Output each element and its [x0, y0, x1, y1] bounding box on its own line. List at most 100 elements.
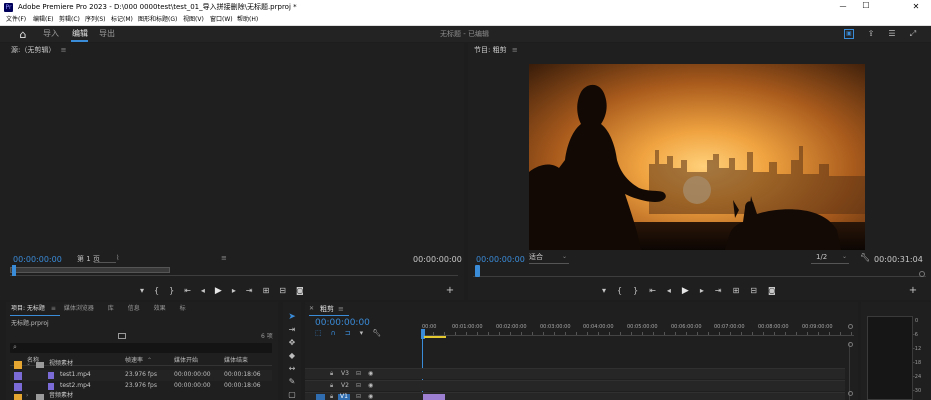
slip-tool-icon[interactable]: ↔ — [287, 364, 297, 374]
program-resolution-dropdown[interactable]: 1/2 ⌄ — [811, 254, 849, 264]
ripple-edit-tool-icon[interactable]: ✥ — [287, 338, 297, 348]
menu-graphics[interactable]: 图形和标题(G) — [138, 17, 177, 23]
step-back-button[interactable]: ◂ — [201, 286, 205, 296]
track-label[interactable]: V3 — [341, 371, 349, 377]
minimize-button[interactable]: — — [836, 3, 850, 10]
go-to-in-button[interactable]: ⇤ — [184, 286, 191, 296]
go-to-out-button[interactable]: ⇥ — [246, 286, 253, 296]
play-button[interactable]: ▶ — [682, 286, 689, 296]
table-row[interactable]: › 音频素材 — [10, 392, 272, 400]
snap-icon[interactable]: ∩ — [331, 330, 336, 339]
source-zoom-bar[interactable] — [10, 267, 170, 273]
overwrite-button[interactable]: ⊟ — [279, 286, 286, 296]
menu-marker[interactable]: 标记(M) — [111, 17, 133, 23]
rectangle-tool-icon[interactable]: ▢ — [287, 390, 297, 400]
play-button[interactable]: ▶ — [215, 286, 222, 296]
add-marker-button[interactable]: ▾ — [140, 286, 144, 296]
timeline-settings-icon[interactable]: 🔧︎ — [372, 330, 381, 339]
track-select-tool-icon[interactable]: ⇥ — [287, 325, 297, 335]
project-menu-icon[interactable]: ≡ — [51, 305, 56, 312]
video-clip[interactable] — [423, 394, 445, 400]
tab-info[interactable]: 信息 — [128, 305, 140, 312]
menu-file[interactable]: 文件(F) — [6, 17, 26, 23]
menu-edit[interactable]: 编辑(E) — [33, 17, 53, 23]
sync-lock-icon[interactable]: ⊟ — [356, 394, 361, 400]
close-button[interactable]: ✕ — [909, 3, 923, 11]
tab-export[interactable]: 导出 — [99, 30, 115, 38]
search-input[interactable]: ⌕ — [10, 343, 272, 353]
wrench-icon[interactable]: 🔧︎ — [860, 254, 870, 262]
share-icon[interactable]: ⇪ — [866, 29, 876, 39]
source-timecode-left[interactable]: 00:00:00:00 — [13, 256, 62, 264]
source-page-dropdown[interactable] — [94, 255, 116, 263]
lock-icon[interactable]: 🔒︎ — [330, 371, 333, 377]
menu-window[interactable]: 窗口(W) — [210, 17, 233, 23]
pen-tool-icon[interactable]: ✎ — [287, 377, 297, 387]
expand-chevron-icon[interactable]: ⌄ — [26, 361, 31, 367]
label-color-badge[interactable] — [14, 372, 22, 380]
go-to-out-button[interactable]: ⇥ — [715, 286, 722, 296]
source-playhead[interactable] — [12, 265, 16, 276]
mark-out-button[interactable]: } — [169, 286, 174, 296]
label-color-badge[interactable] — [14, 361, 22, 369]
tab-media-browser[interactable]: 媒体浏览器 — [64, 305, 94, 312]
home-icon[interactable]: ⌂ — [17, 28, 29, 40]
table-row[interactable]: ⌄ 视频素材 — [10, 359, 272, 370]
extract-button[interactable]: ⊟ — [750, 286, 757, 296]
export-frame-button[interactable]: ◙ — [296, 286, 304, 296]
mark-in-button[interactable]: { — [617, 286, 622, 296]
new-bin-icon[interactable] — [118, 333, 126, 339]
menu-view[interactable]: 视图(V) — [183, 17, 204, 23]
scroll-handle-top[interactable] — [848, 342, 853, 347]
scroll-handle-bottom[interactable] — [848, 391, 853, 396]
tab-project[interactable]: 项目: 无标题 — [11, 305, 45, 312]
quick-export-icon[interactable]: ▣ — [844, 29, 854, 39]
timeline-vertical-scroll[interactable] — [848, 342, 853, 400]
source-add-button[interactable]: + — [445, 286, 455, 296]
source-patch-v1[interactable] — [316, 394, 325, 400]
razor-tool-icon[interactable]: ◆ — [287, 351, 297, 361]
step-forward-button[interactable]: ▸ — [700, 286, 704, 296]
insert-button[interactable]: ⊞ — [263, 286, 270, 296]
maximize-button[interactable]: ☐ — [859, 2, 873, 10]
export-frame-button[interactable]: ◙ — [768, 286, 776, 296]
sync-lock-icon[interactable]: ⊟ — [356, 371, 361, 377]
table-row[interactable]: test2.mp4 23.976 fps 00:00:00:00 00:00:1… — [10, 381, 272, 392]
eye-icon[interactable]: ◉ — [368, 383, 373, 389]
eye-icon[interactable]: ◉ — [368, 394, 373, 400]
eye-icon[interactable]: ◉ — [368, 371, 373, 377]
tab-effects[interactable]: 效果 — [154, 305, 166, 312]
go-to-in-button[interactable]: ⇤ — [649, 286, 656, 296]
program-fit-dropdown[interactable]: 适合 ⌄ — [529, 254, 569, 264]
table-row[interactable]: test1.mp4 23.976 fps 00:00:00:00 00:00:1… — [10, 370, 272, 381]
timeline-timecode[interactable]: 00:00:00:00 — [315, 319, 370, 328]
mark-out-button[interactable]: } — [633, 286, 638, 296]
program-menu-icon[interactable]: ≡ — [512, 46, 518, 54]
track-label-active[interactable]: V1 — [338, 394, 350, 400]
add-marker-icon[interactable]: ▾ — [360, 330, 364, 339]
lock-icon[interactable]: 🔒︎ — [330, 394, 333, 400]
timeline-tab[interactable]: 粗剪 — [320, 306, 334, 313]
source-center-icon[interactable]: ≡ — [221, 255, 227, 262]
tab-edit[interactable]: 编辑 — [72, 30, 88, 38]
panel-menu-icon[interactable]: ≡ — [61, 46, 67, 54]
timeline-menu-icon[interactable]: ≡ — [338, 306, 344, 313]
menu-sequence[interactable]: 序列(S) — [85, 17, 106, 23]
program-timecode-left[interactable]: 00:00:00:00 — [476, 256, 525, 264]
nest-icon[interactable]: ⬚ — [315, 330, 322, 339]
program-playhead[interactable] — [475, 265, 480, 277]
tab-libraries[interactable]: 库 — [108, 305, 114, 312]
timeline-close-icon[interactable]: ✕ — [309, 306, 314, 312]
timeline-scroll-end[interactable] — [848, 324, 853, 329]
settings-icon[interactable]: ⌇ — [116, 255, 119, 262]
menu-help[interactable]: 帮助(H) — [237, 17, 258, 23]
sync-lock-icon[interactable]: ⊟ — [356, 383, 361, 389]
fullscreen-icon[interactable]: ⤢ — [908, 29, 918, 39]
step-forward-button[interactable]: ▸ — [232, 286, 236, 296]
selection-tool-icon[interactable]: ➤ — [287, 312, 297, 322]
lock-icon[interactable]: 🔒︎ — [330, 383, 333, 389]
menu-clip[interactable]: 剪辑(C) — [59, 17, 80, 23]
mark-in-button[interactable]: { — [154, 286, 159, 296]
expand-chevron-icon[interactable]: › — [26, 393, 28, 399]
lift-button[interactable]: ⊞ — [733, 286, 740, 296]
